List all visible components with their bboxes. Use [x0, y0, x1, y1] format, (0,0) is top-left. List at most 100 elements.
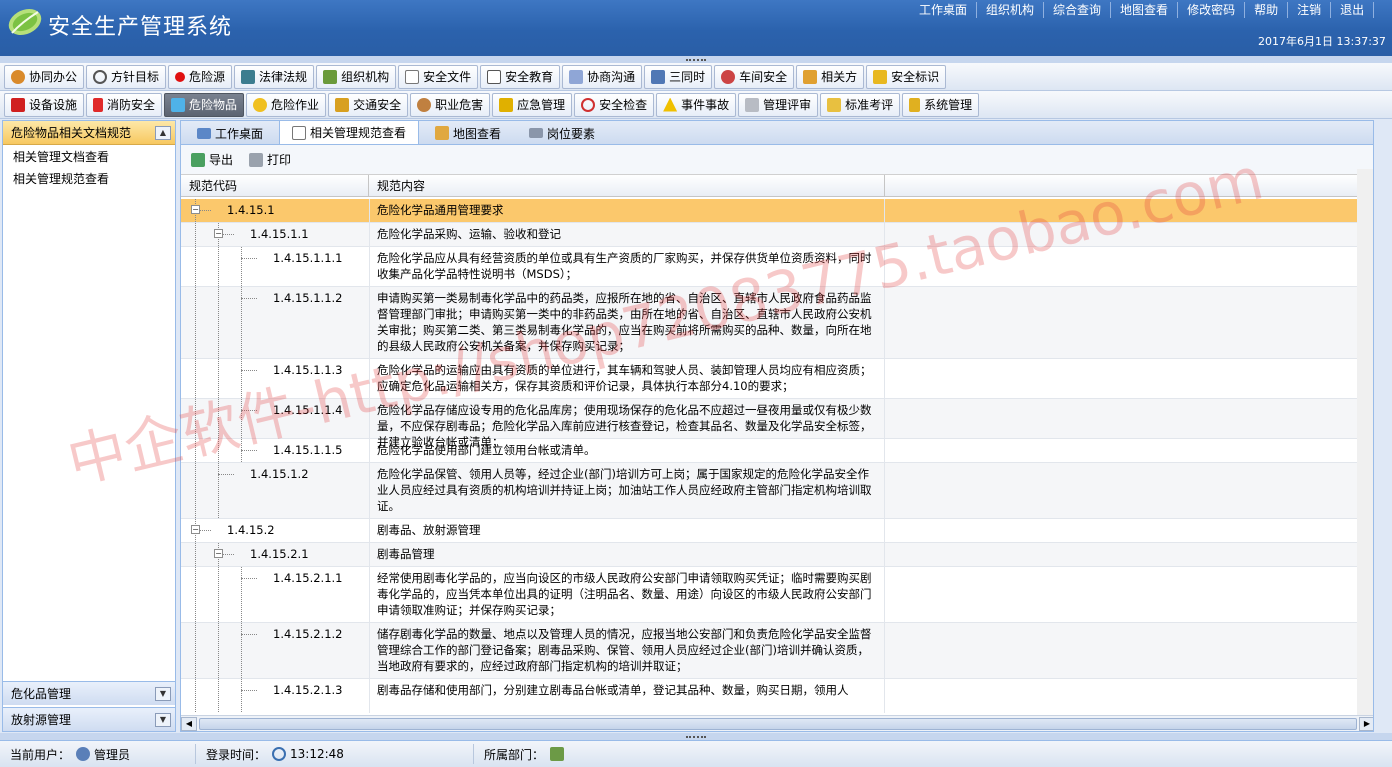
tree-branch-line	[241, 298, 257, 299]
module-button[interactable]: 组织机构	[316, 64, 397, 89]
tree-collapse-icon[interactable]: −	[214, 549, 223, 558]
tree-branch-line	[241, 578, 257, 579]
module-button[interactable]: 设备设施	[4, 92, 85, 117]
tree-branch-line	[241, 450, 257, 451]
status-department: 所属部门：	[474, 744, 568, 764]
lock-icon	[909, 97, 921, 112]
module-button[interactable]: 系统管理	[902, 92, 980, 117]
footer-splitter[interactable]	[0, 733, 1392, 740]
column-header-code[interactable]: 规范代码	[181, 175, 369, 196]
module-button[interactable]: 事件事故	[656, 92, 737, 117]
app-title: 安全生产管理系统	[48, 15, 233, 40]
cell-empty	[885, 223, 1359, 246]
module-button[interactable]: 危险作业	[246, 92, 327, 117]
scroll-right-icon[interactable]: ▶	[1359, 716, 1373, 731]
topnav-query[interactable]: 综合查询	[1044, 2, 1112, 18]
module-button[interactable]: 协同办公	[4, 64, 85, 89]
tree-guide-line	[218, 287, 219, 358]
module-button[interactable]: 管理评审	[738, 92, 819, 117]
table-row[interactable]: 1.4.15.2.1.2 储存剧毒化学品的数量、地点以及管理人员的情况，应报当地公…	[181, 623, 1359, 679]
table-row[interactable]: 1.4.15.2.1.3 剧毒品存储和使用部门，分别建立剧毒品台帐或清单，登记其品…	[181, 679, 1359, 713]
module-button-active[interactable]: 危险物品	[164, 92, 245, 117]
table-row[interactable]: 1.4.15.1.1.4 危险化学品存储应设专用的危化品库房；使用现场保存的危化品…	[181, 399, 1359, 449]
grid-header: 规范代码 规范内容	[181, 175, 1373, 197]
table-row[interactable]: 1.4.15.2.1.1 经常使用剧毒化学品的，应当向设区的市级人民政府公安部门申…	[181, 567, 1359, 623]
module-button[interactable]: 应急管理	[492, 92, 573, 117]
module-button[interactable]: 安全标识	[866, 64, 947, 89]
topnav-map[interactable]: 地图查看	[1111, 2, 1179, 18]
module-button[interactable]: 安全教育	[480, 64, 561, 89]
topnav-desktop[interactable]: 工作桌面	[910, 2, 978, 18]
topnav-password[interactable]: 修改密码	[1178, 2, 1246, 18]
spec-content: 剧毒品存储和使用部门，分别建立剧毒品台帐或清单，登记其品种、数量，购买日期，领用…	[369, 679, 885, 713]
cell-empty	[885, 199, 1359, 222]
cell-empty	[885, 439, 1359, 462]
module-button[interactable]: 相关方	[796, 64, 865, 89]
module-button[interactable]: 三同时	[644, 64, 713, 89]
horizontal-scrollbar[interactable]: ◀ ▶	[181, 715, 1373, 731]
module-button[interactable]: 职业危害	[410, 92, 491, 117]
collapse-up-icon[interactable]: ▲	[155, 125, 171, 140]
table-row[interactable]: 1.4.15.1.1.5 危险化学品使用部门建立领用台帐或清单。	[181, 439, 1359, 463]
print-button[interactable]: 打印	[249, 151, 291, 168]
map-icon	[435, 126, 450, 140]
cell-empty	[885, 623, 1359, 678]
topnav-org[interactable]: 组织机构	[977, 2, 1045, 18]
table-row[interactable]: − 1.4.15.2 剧毒品、放射源管理	[181, 519, 1359, 543]
sidebar-item-specs[interactable]: 相关管理规范查看	[3, 167, 175, 189]
tree-collapse-icon[interactable]: −	[214, 229, 223, 238]
module-button[interactable]: 安全检查	[574, 92, 655, 117]
spec-content: 危险化学品保管、领用人员等，经过企业(部门)培训方可上岗；属于国家规定的危险化学…	[369, 463, 885, 518]
tree-branch-line	[218, 474, 234, 475]
header-splitter[interactable]	[0, 56, 1392, 63]
scroll-thumb[interactable]	[199, 717, 1357, 730]
sidebar-item-docs[interactable]: 相关管理文档查看	[3, 145, 175, 167]
tree-collapse-icon[interactable]: −	[191, 205, 200, 214]
expand-down-icon[interactable]: ▼	[155, 686, 171, 701]
module-button[interactable]: 车间安全	[714, 64, 795, 89]
export-button[interactable]: 导出	[191, 151, 233, 168]
column-header-content[interactable]: 规范内容	[369, 175, 885, 196]
topnav-exit[interactable]: 退出	[1331, 2, 1375, 18]
table-row[interactable]: 1.4.15.1.2 危险化学品保管、领用人员等，经过企业(部门)培训方可上岗；属…	[181, 463, 1359, 519]
module-button[interactable]: 消防安全	[86, 92, 163, 117]
spec-code: 1.4.15.2.1.2	[273, 627, 343, 641]
tree-collapse-icon[interactable]: −	[191, 525, 200, 534]
tab-spec-view[interactable]: 相关管理规范查看	[279, 121, 420, 144]
tab-desktop[interactable]: 工作桌面	[185, 122, 275, 144]
table-row[interactable]: − 1.4.15.1 危险化学品通用管理要求	[181, 199, 1359, 223]
vertical-scrollbar[interactable]	[1357, 169, 1373, 717]
module-button[interactable]: 标准考评	[820, 92, 901, 117]
topnav-help[interactable]: 帮助	[1245, 2, 1289, 18]
module-button[interactable]: 安全文件	[398, 64, 479, 89]
table-row[interactable]: 1.4.15.1.1.2 申请购买第一类易制毒化学品中的药品类，应报所在地的省、自…	[181, 287, 1359, 359]
table-row[interactable]: − 1.4.15.2.1 剧毒品管理	[181, 543, 1359, 567]
topnav-logout[interactable]: 注销	[1288, 2, 1332, 18]
module-button[interactable]: 交通安全	[328, 92, 409, 117]
tree-guide-line	[218, 247, 219, 286]
module-button[interactable]: 协商沟通	[562, 64, 643, 89]
cell-code: − 1.4.15.2	[181, 519, 369, 542]
module-button[interactable]: 方针目标	[86, 64, 167, 89]
table-row[interactable]: − 1.4.15.1.1 危险化学品采购、运输、验收和登记	[181, 223, 1359, 247]
scroll-left-icon[interactable]: ◀	[181, 716, 197, 731]
spec-code: 1.4.15.1.1.3	[273, 363, 343, 377]
module-button[interactable]: 法律法规	[234, 64, 315, 89]
sidebar-panel-radiation[interactable]: 放射源管理 ▼	[3, 707, 175, 731]
sidebar-panel-hazchem[interactable]: 危化品管理 ▼	[3, 681, 175, 705]
cell-code: 1.4.15.2.1.3	[181, 679, 369, 713]
printer-icon	[249, 152, 264, 167]
sidebar-header[interactable]: 危险物品相关文档规范 ▲	[3, 121, 175, 145]
worker-icon	[253, 97, 268, 112]
app-header: 安全生产管理系统 工作桌面 组织机构 综合查询 地图查看 修改密码 帮助 注销 …	[0, 0, 1392, 56]
tree-guide-line	[195, 247, 196, 286]
tab-post-elements[interactable]: 岗位要素	[517, 122, 607, 144]
tab-map[interactable]: 地图查看	[423, 122, 513, 144]
user-icon	[76, 747, 91, 761]
table-row[interactable]: 1.4.15.1.1.1 危险化学品应从具有经营资质的单位或具有生产资质的厂家购买…	[181, 247, 1359, 287]
table-row[interactable]: 1.4.15.1.1.3 危险化学品的运输应由具有资质的单位进行，其车辆和驾驶人员…	[181, 359, 1359, 399]
module-button[interactable]: 危险源	[168, 64, 233, 89]
expand-down-icon[interactable]: ▼	[155, 712, 171, 727]
spec-content: 危险化学品的运输应由具有资质的单位进行，其车辆和驾驶人员、装卸管理人员均应有相应…	[369, 359, 885, 398]
cell-code: 1.4.15.2.1.1	[181, 567, 369, 622]
